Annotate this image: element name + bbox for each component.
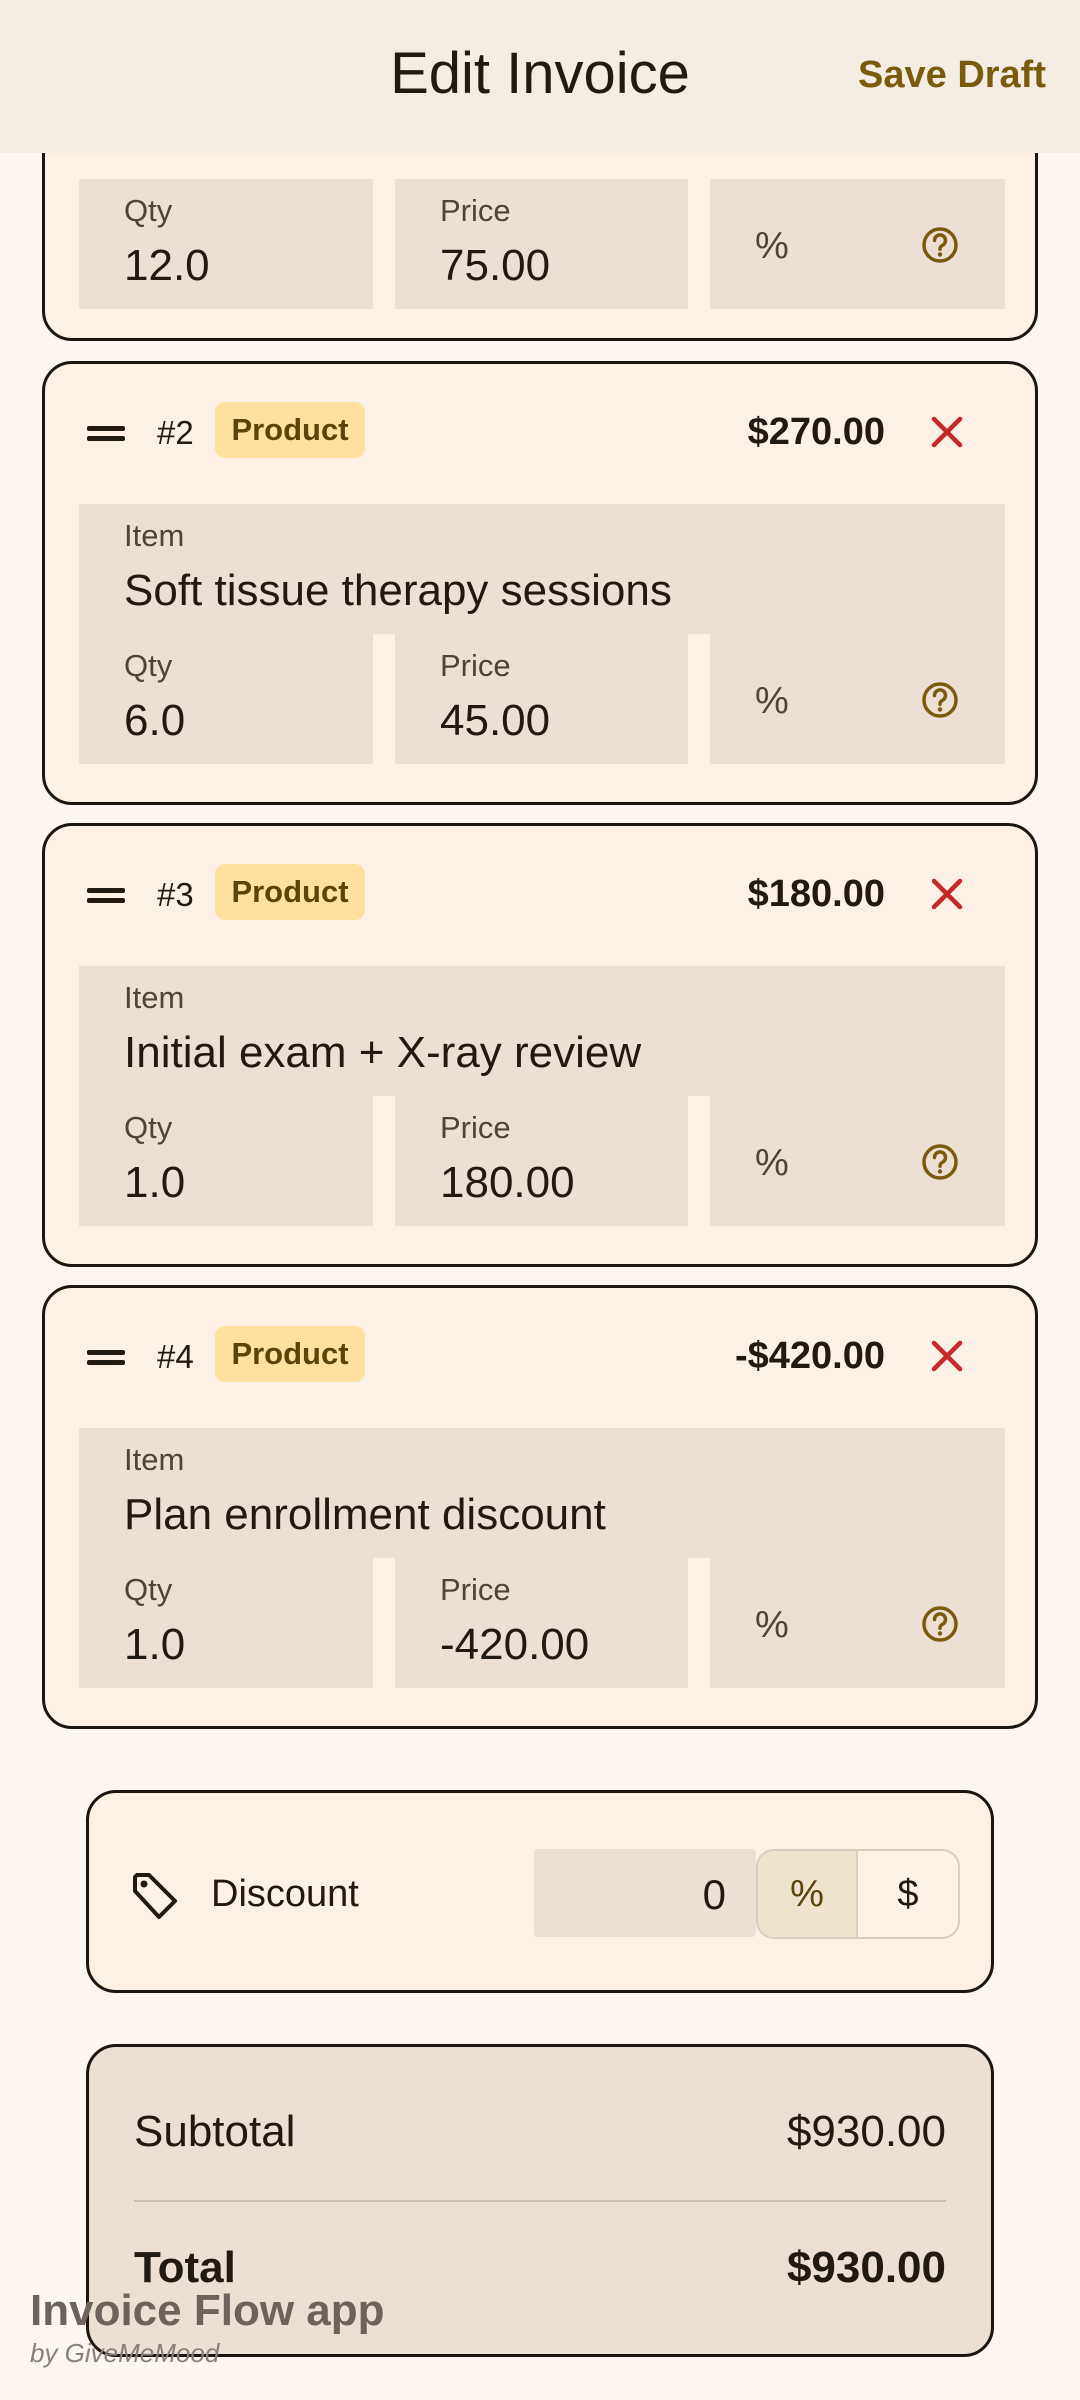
subtotal-label: Subtotal [134, 2107, 296, 2156]
discount-type-toggle: % $ [756, 1849, 960, 1939]
price-label: Price [440, 193, 511, 228]
discount-label: Discount [211, 1873, 359, 1915]
item-type-badge: Product [215, 864, 365, 920]
item-name-value: Initial exam + X-ray review [124, 1028, 642, 1077]
item-type-badge: Product [215, 1326, 365, 1382]
drag-handle-icon[interactable] [87, 884, 125, 906]
price-field[interactable]: Price -420.00 [395, 1558, 688, 1688]
discount-input[interactable]: 0 [534, 1849, 756, 1937]
save-draft-button[interactable]: Save Draft [858, 54, 1046, 97]
percent-field[interactable]: % [710, 1558, 1005, 1688]
item-number: #3 [157, 876, 194, 913]
price-value: 180.00 [440, 1158, 575, 1207]
total-value: $930.00 [786, 2243, 946, 2292]
item-name-field[interactable]: Item Initial exam + X-ray review [79, 966, 1005, 1096]
line-item-card-4: #4 Product -$420.00 Item Plan enrollment… [42, 1285, 1038, 1729]
watermark-title: Invoice Flow app [30, 2286, 385, 2335]
percent-symbol: % [755, 1142, 789, 1184]
help-icon[interactable] [920, 680, 960, 720]
price-value: 45.00 [440, 696, 551, 745]
price-field[interactable]: Price 45.00 [395, 634, 688, 764]
subtotal-value: $930.00 [786, 2107, 946, 2156]
delete-icon[interactable] [927, 412, 967, 452]
help-icon[interactable] [920, 225, 960, 265]
price-label: Price [440, 1110, 511, 1145]
item-label: Item [124, 980, 185, 1015]
item-amount: $180.00 [747, 873, 885, 915]
percent-field[interactable]: % [710, 179, 1005, 309]
drag-handle-icon[interactable] [87, 422, 125, 444]
qty-label: Qty [124, 1572, 173, 1607]
line-item-card-2: #2 Product $270.00 Item Soft tissue ther… [42, 361, 1038, 805]
percent-symbol: % [755, 680, 789, 722]
qty-value: 1.0 [124, 1620, 186, 1669]
qty-field[interactable]: Qty 6.0 [79, 634, 373, 764]
watermark-subtitle: by GiveMeMood [30, 2338, 220, 2368]
price-value: -420.00 [440, 1620, 590, 1669]
percent-option[interactable]: % [758, 1851, 858, 1937]
item-name-field[interactable]: Item Soft tissue therapy sessions [79, 504, 1005, 634]
help-icon[interactable] [920, 1604, 960, 1644]
qty-value: 1.0 [124, 1158, 186, 1207]
qty-field[interactable]: Qty 1.0 [79, 1096, 373, 1226]
percent-symbol: % [755, 225, 789, 267]
top-app-bar: Edit Invoice Save Draft [0, 0, 1080, 153]
price-label: Price [440, 648, 511, 683]
item-amount: -$420.00 [734, 1335, 885, 1377]
item-number: #2 [157, 414, 194, 451]
percent-symbol: % [755, 1604, 789, 1646]
qty-value: 6.0 [124, 696, 186, 745]
discount-value: 0 [702, 1871, 726, 1918]
price-label: Price [440, 1572, 511, 1607]
price-field[interactable]: Price 75.00 [395, 179, 688, 309]
item-name-value: Soft tissue therapy sessions [124, 566, 672, 615]
percent-field[interactable]: % [710, 1096, 1005, 1226]
delete-icon[interactable] [927, 874, 967, 914]
item-amount: $270.00 [747, 411, 885, 453]
qty-value: 12.0 [124, 241, 210, 290]
item-name-field[interactable]: Item Plan enrollment discount [79, 1428, 1005, 1558]
percent-field[interactable]: % [710, 634, 1005, 764]
delete-icon[interactable] [927, 1336, 967, 1376]
price-value: 75.00 [440, 241, 551, 290]
item-name-value: Plan enrollment discount [124, 1490, 606, 1539]
tag-icon [133, 1873, 177, 1919]
drag-handle-icon[interactable] [87, 1346, 125, 1368]
qty-field[interactable]: Qty 1.0 [79, 1558, 373, 1688]
item-label: Item [124, 1442, 185, 1477]
qty-label: Qty [124, 193, 173, 228]
item-number: #4 [157, 1338, 194, 1375]
item-label: Item [124, 518, 185, 553]
discount-card: Discount 0 % $ [86, 1790, 994, 1993]
help-icon[interactable] [920, 1142, 960, 1182]
qty-label: Qty [124, 1110, 173, 1145]
qty-label: Qty [124, 648, 173, 683]
price-field[interactable]: Price 180.00 [395, 1096, 688, 1226]
item-type-badge: Product [215, 402, 365, 458]
qty-field[interactable]: Qty 12.0 [79, 179, 373, 309]
line-item-card-3: #3 Product $180.00 Item Initial exam + X… [42, 823, 1038, 1267]
dollar-option[interactable]: $ [858, 1851, 958, 1937]
divider [134, 2200, 946, 2202]
